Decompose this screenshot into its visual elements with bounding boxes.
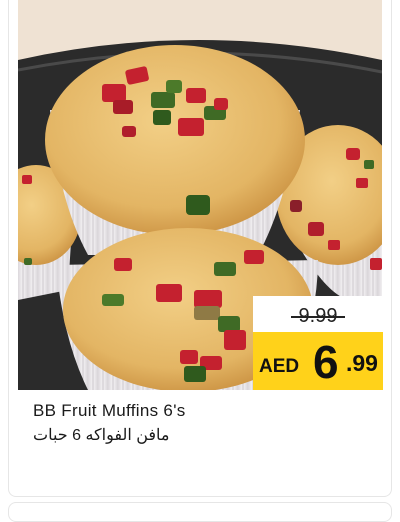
product-title-arabic: مافن الفواكه 6 حبات [33,427,170,444]
old-price: 9.99 [253,300,383,332]
price-fraction: .99 [346,350,378,376]
next-product-card[interactable] [8,502,392,522]
price-whole: 6 [313,336,339,388]
product-title[interactable]: BB Fruit Muffins 6's [33,401,186,421]
currency-label: AED [259,356,300,377]
product-card[interactable]: 9.99 AED 6 .99 BB Fruit Muffins 6's مافن… [8,0,392,497]
price-badge: 9.99 AED 6 .99 [253,296,383,390]
sale-price: AED 6 .99 [253,332,383,390]
strikethrough-line [291,316,345,318]
